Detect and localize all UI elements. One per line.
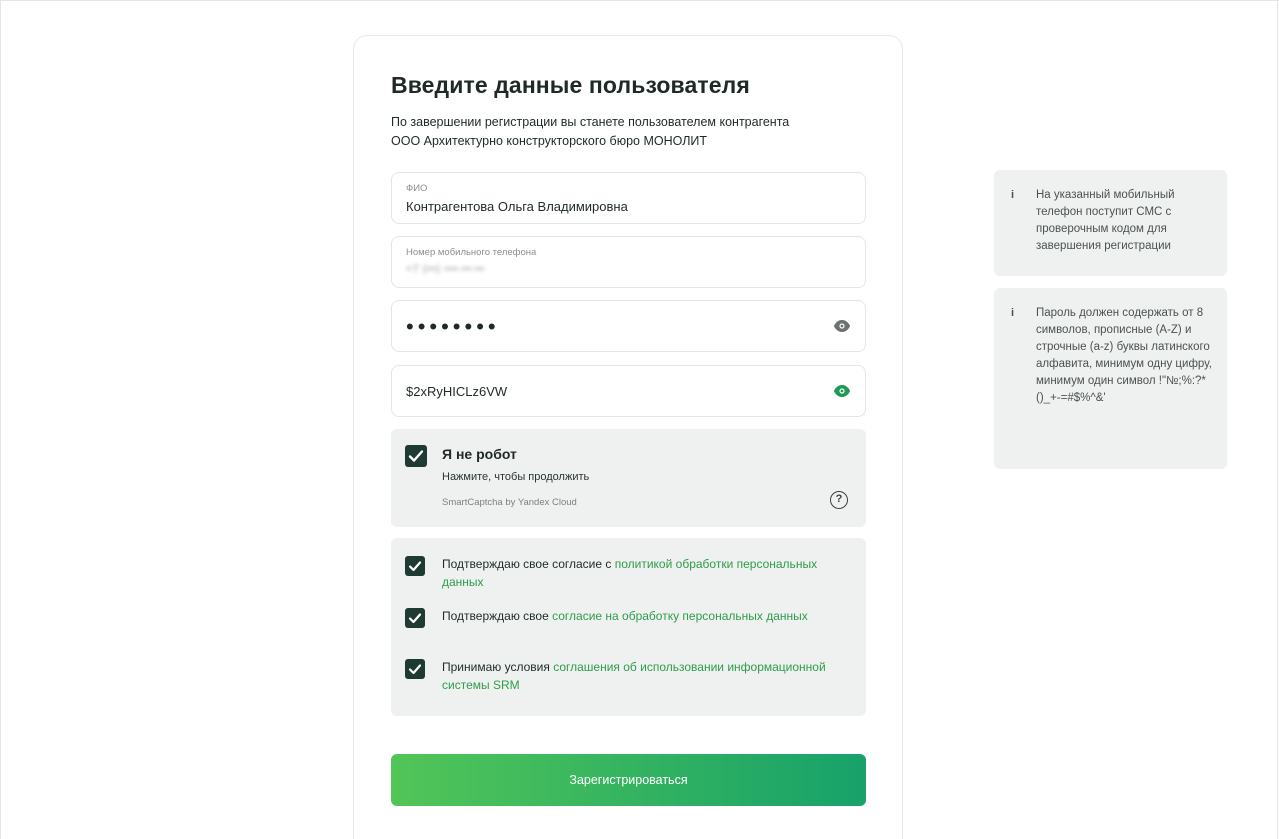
check-icon: [408, 664, 422, 675]
agreement-checkbox-3[interactable]: [405, 659, 425, 679]
phone-field[interactable]: Номер мобильного телефона +7 (••) •••-••…: [391, 236, 866, 288]
check-icon: [408, 450, 424, 462]
registration-page: Введите данные пользователя По завершени…: [0, 0, 1279, 839]
password-confirm-value[interactable]: $2xRyHICLz6VW: [406, 384, 507, 399]
fio-label: ФИО: [406, 183, 428, 194]
agreements-panel: Подтверждаю свое согласие с политикой об…: [391, 538, 866, 716]
smart-captcha: Я не робот Нажмите, чтобы продолжить Sma…: [391, 429, 866, 527]
info-icon: i: [1011, 307, 1015, 319]
agreement-checkbox-1[interactable]: [405, 556, 425, 576]
sms-info-text: На указанный мобильный телефон поступит …: [1036, 189, 1175, 252]
page-title: Введите данные пользователя: [391, 72, 750, 98]
eye-icon[interactable]: [833, 384, 851, 398]
registration-subtitle: По завершении регистрации вы станете пол…: [391, 113, 861, 151]
captcha-brand: SmartCaptcha by Yandex Cloud: [442, 497, 577, 508]
agreement-prefix: Принимаю условия: [442, 660, 554, 674]
agreement-text-2: Подтверждаю свое согласие на обработку п…: [442, 607, 832, 625]
agreement-checkbox-2[interactable]: [405, 608, 425, 628]
agreement-prefix: Подтверждаю свое: [442, 609, 553, 623]
help-circle-icon[interactable]: ?: [830, 491, 848, 509]
info-icon: i: [1011, 189, 1015, 201]
password-confirm-field[interactable]: $2xRyHICLz6VW: [391, 365, 866, 417]
check-icon: [408, 561, 422, 572]
captcha-title: Я не робот: [442, 446, 517, 462]
registration-card: Введите данные пользователя По завершени…: [353, 35, 903, 839]
check-icon: [408, 613, 422, 624]
password-info-text: Пароль должен содержать от 8 символов, п…: [1036, 307, 1212, 404]
phone-label: Номер мобильного телефона: [406, 247, 537, 258]
personal-data-consent-link[interactable]: согласие на обработку персональных данны…: [552, 609, 808, 623]
sms-info-box: i На указанный мобильный телефон поступи…: [994, 170, 1227, 276]
captcha-checkbox[interactable]: [405, 445, 427, 467]
phone-value[interactable]: +7 (••) •••-••-••: [406, 264, 485, 275]
password-field[interactable]: ••••••••: [391, 300, 866, 352]
page-right-border: [1277, 1, 1278, 839]
captcha-subtitle: Нажмите, чтобы продолжить: [442, 471, 590, 483]
eye-icon[interactable]: [833, 319, 851, 333]
agreement-text-3: Принимаю условия соглашения об использов…: [442, 658, 832, 694]
register-button[interactable]: Зарегистрироваться: [391, 754, 866, 806]
subtitle-line-1: По завершении регистрации вы станете пол…: [391, 115, 790, 129]
agreement-text-1: Подтверждаю свое согласие с политикой об…: [442, 555, 832, 591]
fio-value[interactable]: Контрагентова Ольга Владимировна: [406, 199, 628, 214]
subtitle-line-2: ООО Архитектурно конструкторского бюро М…: [391, 134, 708, 148]
fio-field[interactable]: ФИО Контрагентова Ольга Владимировна: [391, 172, 866, 224]
agreement-prefix: Подтверждаю свое согласие с: [442, 557, 615, 571]
password-info-box: i Пароль должен содержать от 8 символов,…: [994, 288, 1227, 469]
password-value[interactable]: ••••••••: [406, 314, 500, 340]
